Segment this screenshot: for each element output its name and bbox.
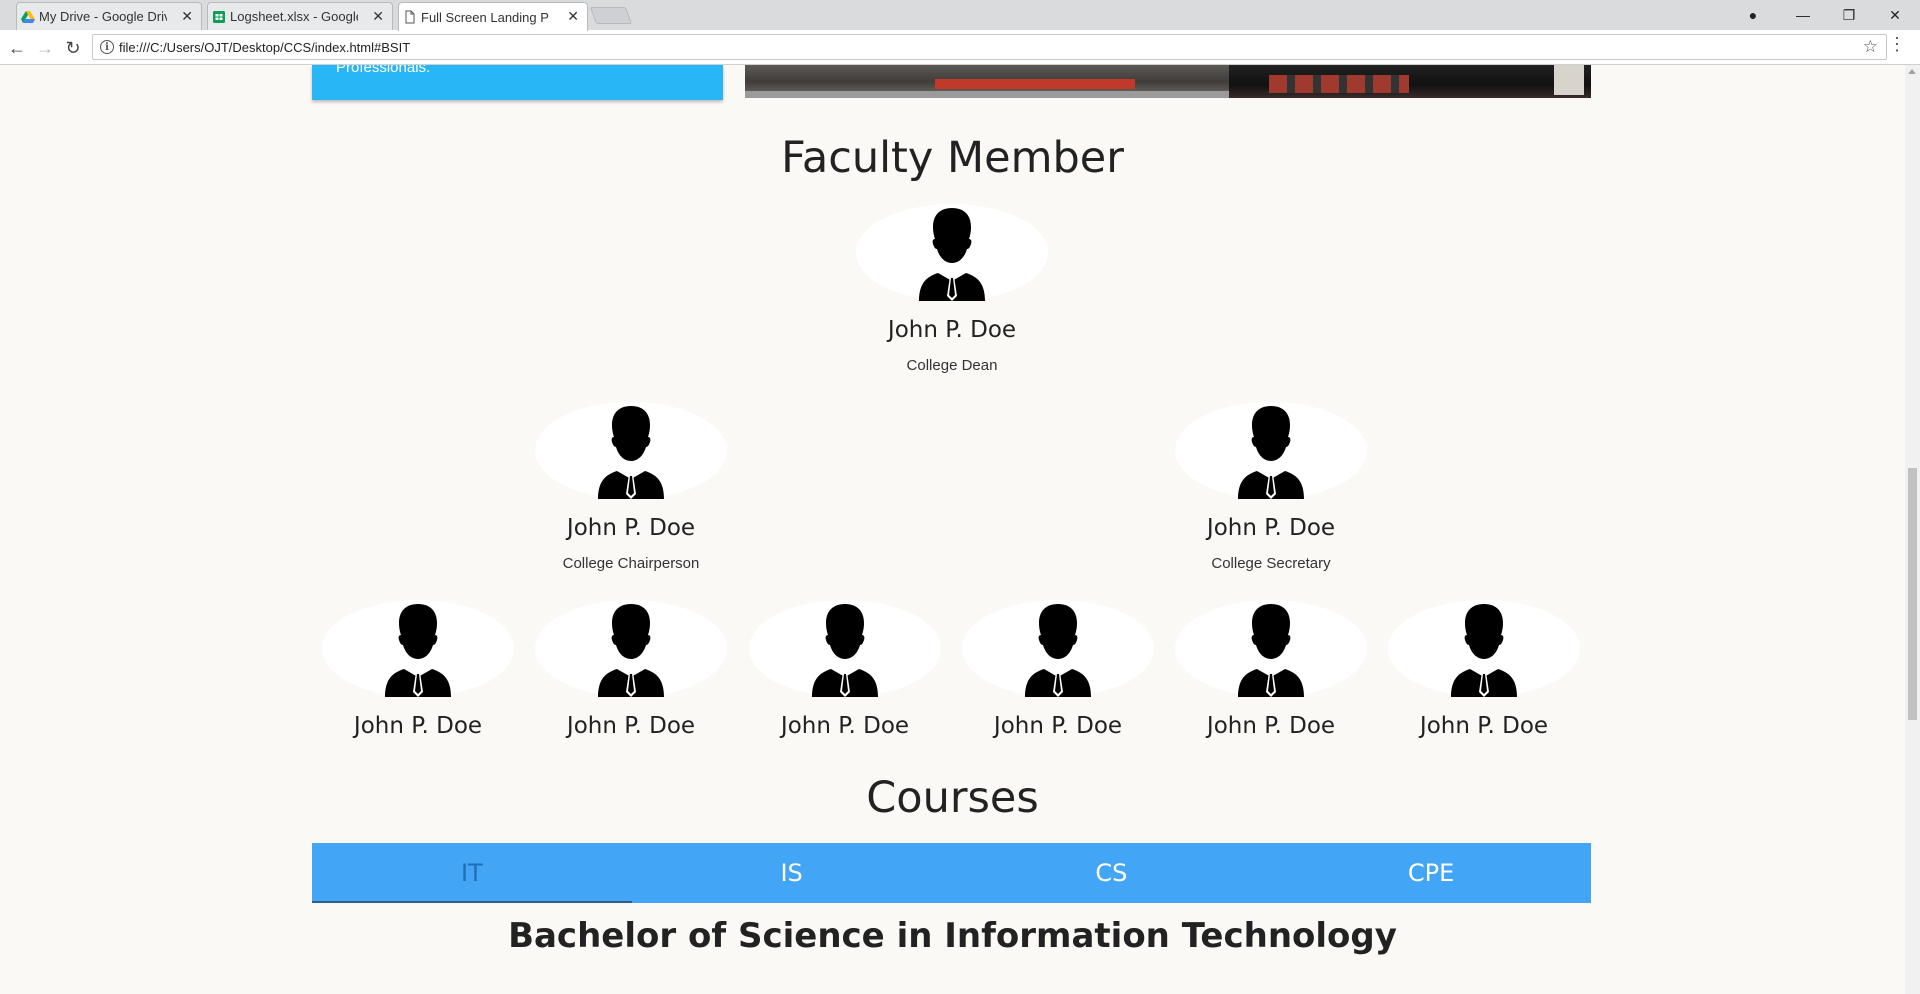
member-name: John P. Doe [887, 317, 1017, 343]
campus-photo-strip [745, 65, 1591, 98]
google-drive-icon [21, 11, 35, 23]
address-bar[interactable]: i file:///C:/Users/OJT/Desktop/CCS/index… [92, 34, 1887, 60]
tab-label: Full Screen Landing Page [421, 9, 549, 25]
member-role: College Secretary [1211, 555, 1331, 572]
member-role: College Dean [906, 357, 998, 374]
close-tab-icon[interactable]: ✕ [567, 8, 579, 25]
info-icon[interactable]: i [100, 40, 114, 54]
back-button[interactable]: ← [4, 35, 30, 61]
member-name: John P. Doe [566, 713, 696, 739]
avatar [1388, 600, 1580, 697]
person-icon [804, 600, 886, 697]
hero-card-text: Professionals. [336, 65, 431, 76]
address-text: file:///C:/Users/OJT/Desktop/CCS/index.h… [119, 39, 411, 55]
person-icon [1443, 600, 1525, 697]
hero-info-card: Professionals. [312, 65, 723, 100]
tab-logsheet[interactable]: Logsheet.xlsx - Google Sheets ✕ [207, 2, 393, 30]
tab-cpe[interactable]: CPE [1271, 843, 1591, 903]
member-name: John P. Doe [566, 515, 696, 541]
avatar [856, 204, 1048, 301]
restore-button[interactable]: ❐ [1826, 0, 1872, 30]
faculty-secretary: John P. Doe College Secretary [1161, 402, 1381, 572]
avatar [535, 402, 727, 499]
bookmark-star-icon[interactable]: ☆ [1863, 37, 1878, 57]
faculty-member: John P. Doe [1374, 600, 1594, 739]
courses-section-title: Courses [866, 773, 1039, 823]
person-icon [911, 204, 993, 301]
profile-icon[interactable]: ● [1730, 0, 1776, 30]
avatar [535, 600, 727, 697]
page-viewport: Professionals. Faculty Member John P. Do… [0, 65, 1905, 994]
tab-cs[interactable]: CS [952, 843, 1272, 903]
avatar [962, 600, 1154, 697]
page-icon [405, 10, 415, 24]
page-scrollbar[interactable] [1905, 65, 1920, 994]
person-icon [1017, 600, 1099, 697]
close-window-button[interactable]: ✕ [1872, 0, 1918, 30]
course-heading: Bachelor of Science in Information Techn… [508, 916, 1397, 956]
tab-landing-page[interactable]: Full Screen Landing Page ✕ [398, 2, 588, 31]
minimize-button[interactable]: — [1780, 0, 1826, 30]
member-name: John P. Doe [1206, 515, 1336, 541]
faculty-section-title: Faculty Member [781, 133, 1124, 183]
faculty-member: John P. Doe [1161, 600, 1381, 739]
faculty-dean: John P. Doe College Dean [842, 204, 1062, 374]
person-icon [590, 402, 672, 499]
reload-button[interactable]: ↻ [60, 35, 86, 61]
faculty-member: John P. Doe [308, 600, 528, 739]
avatar [1175, 600, 1367, 697]
faculty-chairperson: John P. Doe College Chairperson [521, 402, 741, 572]
faculty-member: John P. Doe [521, 600, 741, 739]
member-name: John P. Doe [1206, 713, 1336, 739]
tab-label: Logsheet.xlsx - Google Sheets [230, 9, 358, 24]
member-name: John P. Doe [1419, 713, 1549, 739]
forward-button[interactable]: → [32, 35, 58, 61]
campus-photo [745, 65, 1229, 98]
new-tab-button[interactable] [589, 7, 633, 24]
scroll-up-icon[interactable] [1908, 69, 1916, 74]
person-icon [1230, 600, 1312, 697]
person-icon [1230, 402, 1312, 499]
tab-my-drive[interactable]: My Drive - Google Drive ✕ [16, 2, 202, 30]
campus-photo [1229, 65, 1591, 98]
close-tab-icon[interactable]: ✕ [372, 8, 384, 25]
faculty-member: John P. Doe [735, 600, 955, 739]
member-name: John P. Doe [353, 713, 483, 739]
member-name: John P. Doe [780, 713, 910, 739]
avatar [322, 600, 514, 697]
browser-tab-bar: My Drive - Google Drive ✕ Logsheet.xlsx … [0, 0, 1920, 31]
person-icon [377, 600, 459, 697]
browser-menu-icon[interactable]: ⋮ [1888, 34, 1906, 55]
close-tab-icon[interactable]: ✕ [181, 8, 193, 25]
course-tabs: IT IS CS CPE [312, 843, 1591, 903]
avatar [1175, 402, 1367, 499]
scroll-thumb[interactable] [1908, 468, 1917, 720]
member-role: College Chairperson [562, 555, 700, 572]
tab-label: My Drive - Google Drive [39, 9, 167, 24]
tab-is[interactable]: IS [632, 843, 952, 903]
browser-toolbar: ← → ↻ i file:///C:/Users/OJT/Desktop/CCS… [0, 30, 1920, 65]
person-icon [590, 600, 672, 697]
member-name: John P. Doe [993, 713, 1123, 739]
avatar [749, 600, 941, 697]
faculty-member: John P. Doe [948, 600, 1168, 739]
tab-it[interactable]: IT [312, 843, 632, 903]
google-sheets-icon [213, 11, 225, 23]
